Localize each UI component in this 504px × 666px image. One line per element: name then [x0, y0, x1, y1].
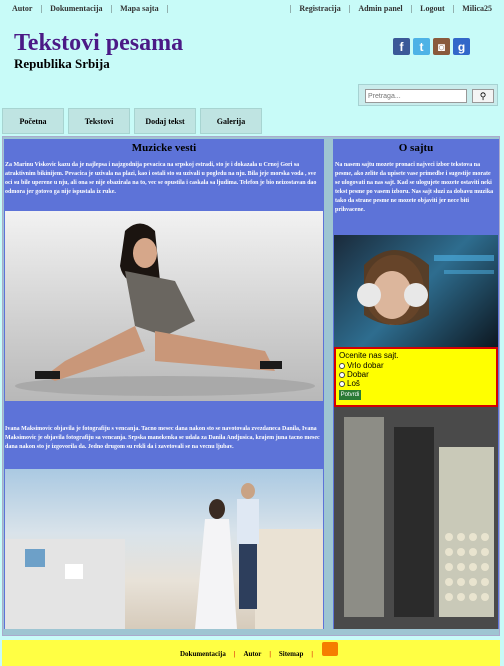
nav-tab-tekstovi[interactable]: Tekstovi	[68, 108, 130, 134]
top-link-mapa-sajta[interactable]: Mapa sajta	[112, 4, 166, 13]
google-plus-icon[interactable]: g	[453, 38, 470, 55]
poll-option-los[interactable]: Loš	[339, 379, 493, 388]
top-bar: Autor | Dokumentacija | Mapa sajta | | Regis…	[0, 0, 504, 18]
footer-link-dokumentacija[interactable]: Dokumentacija	[172, 650, 234, 658]
twitter-icon[interactable]: t	[413, 38, 430, 55]
footer: Dokumentacija | Autor | Sitemap |	[2, 640, 500, 666]
top-links-right: | Registracija | Admin panel | Logout | Mili…	[290, 4, 500, 13]
search-input[interactable]	[365, 89, 467, 103]
instagram-icon[interactable]: ◙	[433, 38, 450, 55]
news-photo-1	[5, 211, 323, 401]
main-nav: Početna Tekstovi Dodaj tekst Galerija	[2, 108, 262, 134]
top-links-left: Autor | Dokumentacija | Mapa sajta |	[4, 4, 168, 13]
about-photo-accordion	[334, 407, 498, 629]
about-column: O sajtu Na nasem sajtu mozete pronaci na…	[333, 139, 499, 629]
footer-links: Dokumentacija | Autor | Sitemap |	[172, 650, 313, 658]
search-button[interactable]: ⚲	[472, 89, 494, 103]
news-column-title: Muzicke vesti	[131, 142, 197, 154]
radio-icon[interactable]	[339, 380, 345, 387]
about-text: Na nasem sajtu mozete pronaci najveci iz…	[335, 162, 494, 213]
footer-link-sitemap[interactable]: Sitemap	[271, 650, 312, 658]
rss-icon[interactable]	[322, 642, 338, 656]
nav-tab-dodaj-tekst[interactable]: Dodaj tekst	[134, 108, 196, 134]
news-item-2: Ivana Maksimovic objavila je fotografiju…	[5, 426, 320, 450]
radio-icon[interactable]	[339, 362, 345, 369]
site-title: Tekstovi pesama	[14, 30, 184, 56]
about-column-title: O sajtu	[398, 142, 434, 154]
search-box: ⚲	[358, 84, 498, 106]
footer-link-autor[interactable]: Autor	[235, 650, 269, 658]
nav-tab-pocetna[interactable]: Početna	[2, 108, 64, 134]
main-content: Muzicke vesti Za Marinu Viskovic kazu da…	[2, 136, 500, 636]
facebook-icon[interactable]: f	[393, 38, 410, 55]
top-link-autor[interactable]: Autor	[4, 4, 40, 13]
site-rating-poll: Ocenite nas sajt. Vrlo dobar Dobar Loš P…	[334, 347, 498, 407]
poll-vote-button[interactable]: Potvrdi	[339, 390, 361, 400]
poll-option-vrlo-dobar[interactable]: Vrlo dobar	[339, 361, 493, 370]
nav-tab-galerija[interactable]: Galerija	[200, 108, 262, 134]
top-link-registracija[interactable]: Registracija	[291, 4, 348, 13]
social-icons: f t ◙ g	[393, 38, 470, 55]
about-photo-headphones	[334, 235, 498, 347]
poll-option-dobar[interactable]: Dobar	[339, 370, 493, 379]
news-item-1: Za Marinu Viskovic kazu da je najlepsa i…	[5, 162, 317, 195]
top-link-admin-panel[interactable]: Admin panel	[350, 4, 410, 13]
top-link-username[interactable]: Milica25	[454, 4, 500, 13]
poll-question: Ocenite nas sajt.	[339, 351, 399, 360]
site-subtitle: Republika Srbija	[14, 56, 110, 71]
search-icon: ⚲	[479, 91, 487, 101]
radio-icon[interactable]	[339, 371, 345, 378]
top-link-logout[interactable]: Logout	[412, 4, 452, 13]
top-link-dokumentacija[interactable]: Dokumentacija	[42, 4, 110, 13]
news-photo-2	[5, 469, 323, 629]
news-column: Muzicke vesti Za Marinu Viskovic kazu da…	[4, 139, 324, 629]
